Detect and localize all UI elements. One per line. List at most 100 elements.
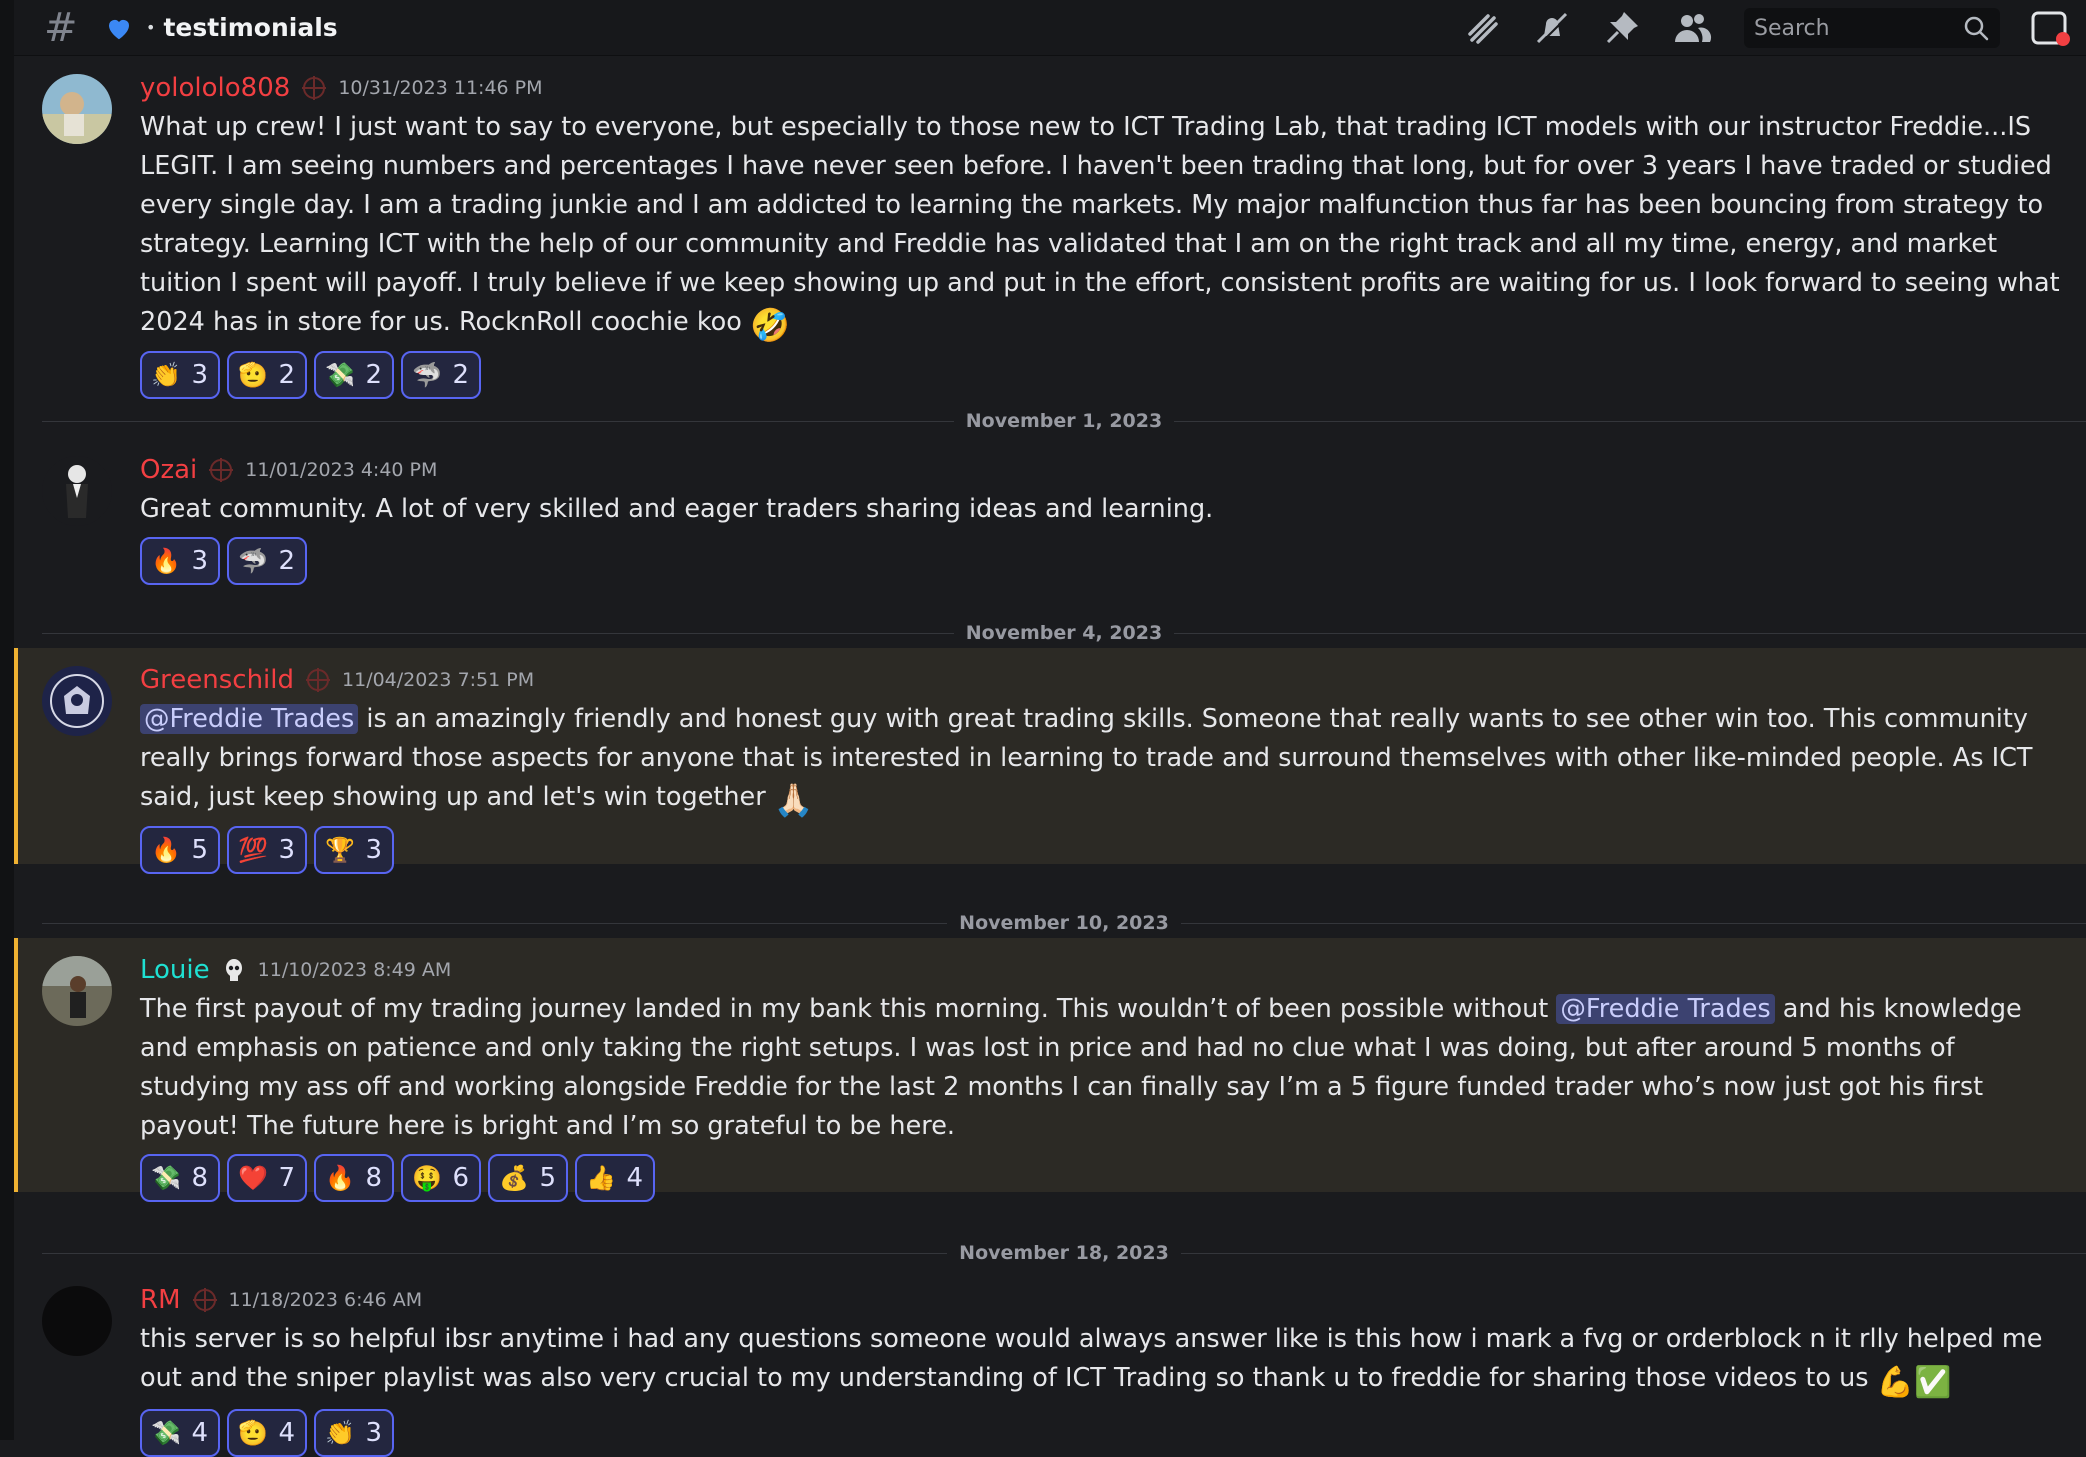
rofl-emoji: 🤣 — [750, 307, 790, 343]
search-input[interactable] — [1754, 16, 1962, 41]
hundred-emoji: 💯 — [239, 836, 267, 864]
member-list-button[interactable] — [1670, 6, 1714, 50]
fire-emoji: 🔥 — [152, 836, 180, 864]
message-highlighted[interactable]: Greenschild 11/04/2023 7:51 PM @Freddie … — [14, 648, 2086, 864]
date-divider-label: November 10, 2023 — [947, 912, 1181, 934]
fire-emoji: 🔥 — [326, 1164, 354, 1192]
reaction-count: 3 — [191, 360, 208, 390]
reaction-button[interactable]: 🔥8 — [314, 1154, 394, 1202]
channel-header: # • testimonials — [14, 0, 2086, 56]
text-channel-hash-icon: # — [44, 8, 88, 48]
search-box[interactable] — [1744, 8, 2000, 48]
timestamp: 10/31/2023 11:46 PM — [338, 77, 542, 99]
money-wings-emoji: 💸 — [152, 1419, 180, 1447]
muted-bell-icon — [1532, 8, 1572, 48]
reaction-button[interactable]: 💯3 — [227, 826, 307, 874]
pinned-messages-button[interactable] — [1600, 6, 1644, 50]
message[interactable]: RM 11/18/2023 6:46 AM this server is so … — [14, 1268, 2086, 1440]
money-wings-emoji: 💸 — [152, 1164, 180, 1192]
timestamp: 11/04/2023 7:51 PM — [342, 669, 534, 691]
message-text: Great community. A lot of very skilled a… — [140, 494, 1213, 524]
username[interactable]: RM — [140, 1285, 181, 1315]
reaction-button[interactable]: 🔥5 — [140, 826, 220, 874]
reaction-button[interactable]: 💸4 — [140, 1409, 220, 1457]
message-content: The first payout of my trading journey l… — [140, 990, 2062, 1146]
avatar[interactable] — [42, 956, 112, 1026]
reactions-bar: 🔥5💯3🏆3 — [140, 826, 2062, 874]
reaction-count: 3 — [365, 835, 382, 865]
crosshair-role-icon — [191, 1286, 219, 1314]
user-mention[interactable]: @Freddie Trades — [1556, 994, 1774, 1024]
crosshair-role-icon — [207, 456, 235, 484]
reaction-count: 3 — [365, 1418, 382, 1448]
reaction-count: 6 — [452, 1163, 469, 1193]
search-icon — [1962, 14, 1990, 42]
reaction-button[interactable]: 👏3 — [314, 1409, 394, 1457]
reaction-button[interactable]: 👍4 — [575, 1154, 655, 1202]
crosshair-role-icon — [304, 666, 332, 694]
reaction-button[interactable]: ❤️7 — [227, 1154, 307, 1202]
notification-settings-button[interactable] — [1530, 6, 1574, 50]
folded-hands-emoji: 🙏🏻 — [774, 782, 814, 818]
channel-name: testimonials — [163, 13, 337, 42]
thumbs-up-emoji: 👍 — [587, 1164, 615, 1192]
shark-emoji: 🦈 — [239, 547, 267, 575]
separator-dot: • — [146, 18, 155, 37]
timestamp: 11/18/2023 6:46 AM — [229, 1289, 423, 1311]
pin-icon — [1602, 8, 1642, 48]
reaction-button[interactable]: 👏3 — [140, 351, 220, 399]
message[interactable]: Ozai 11/01/2023 4:40 PM Great community.… — [14, 438, 2086, 628]
inbox-icon[interactable] — [2030, 8, 2070, 48]
reaction-button[interactable]: 💰5 — [488, 1154, 568, 1202]
date-divider-label: November 18, 2023 — [947, 1242, 1181, 1264]
reaction-button[interactable]: 🔥3 — [140, 537, 220, 585]
reaction-count: 3 — [191, 546, 208, 576]
timestamp: 11/01/2023 4:40 PM — [245, 459, 437, 481]
username[interactable]: Ozai — [140, 455, 197, 485]
date-divider: November 4, 2023 — [42, 618, 2086, 648]
avatar[interactable] — [42, 74, 112, 144]
reaction-button[interactable]: 🦈2 — [401, 351, 481, 399]
date-divider-label: November 1, 2023 — [954, 410, 1174, 432]
threads-button[interactable] — [1460, 6, 1504, 50]
reaction-button[interactable]: 🏆3 — [314, 826, 394, 874]
message-content: this server is so helpful ibsr anytime i… — [140, 1320, 2062, 1401]
message-text: What up crew! I just want to say to ever… — [140, 112, 2060, 337]
reaction-button[interactable]: 🦈2 — [227, 537, 307, 585]
avatar[interactable] — [42, 1286, 112, 1356]
reaction-count: 2 — [278, 546, 295, 576]
username[interactable]: yolololo808 — [140, 73, 290, 103]
reaction-button[interactable]: 💸2 — [314, 351, 394, 399]
username[interactable]: Greenschild — [140, 665, 294, 695]
trophy-emoji: 🏆 — [326, 836, 354, 864]
reaction-count: 8 — [191, 1163, 208, 1193]
date-divider: November 10, 2023 — [42, 908, 2086, 938]
date-divider: November 18, 2023 — [42, 1238, 2086, 1268]
avatar[interactable] — [42, 666, 112, 736]
salute-emoji: 🫡 — [239, 361, 267, 389]
reaction-count: 5 — [539, 1163, 556, 1193]
money-bag-emoji: 💰 — [500, 1164, 528, 1192]
message-text-before: The first payout of my trading journey l… — [140, 994, 1556, 1024]
message-text: is an amazingly friendly and honest guy … — [140, 704, 2033, 812]
reaction-count: 4 — [278, 1418, 295, 1448]
message-highlighted[interactable]: Louie 11/10/2023 8:49 AM The first payou… — [14, 938, 2086, 1192]
reaction-button[interactable]: 🤑6 — [401, 1154, 481, 1202]
reaction-button[interactable]: 🫡2 — [227, 351, 307, 399]
threads-icon — [1462, 8, 1502, 48]
date-divider: November 1, 2023 — [42, 406, 2086, 436]
skull-role-icon — [220, 956, 248, 984]
reaction-button[interactable]: 🫡4 — [227, 1409, 307, 1457]
message[interactable]: yolololo808 10/31/2023 11:46 PM What up … — [14, 56, 2086, 356]
username[interactable]: Louie — [140, 955, 210, 985]
blue-heart-icon — [104, 13, 134, 43]
user-mention[interactable]: @Freddie Trades — [140, 704, 358, 734]
reaction-count: 3 — [278, 835, 295, 865]
shark-emoji: 🦈 — [413, 361, 441, 389]
avatar[interactable] — [42, 456, 112, 526]
salute-emoji: 🫡 — [239, 1419, 267, 1447]
reaction-count: 4 — [626, 1163, 643, 1193]
members-icon — [1672, 8, 1712, 48]
reaction-button[interactable]: 💸8 — [140, 1154, 220, 1202]
crosshair-role-icon — [300, 74, 328, 102]
